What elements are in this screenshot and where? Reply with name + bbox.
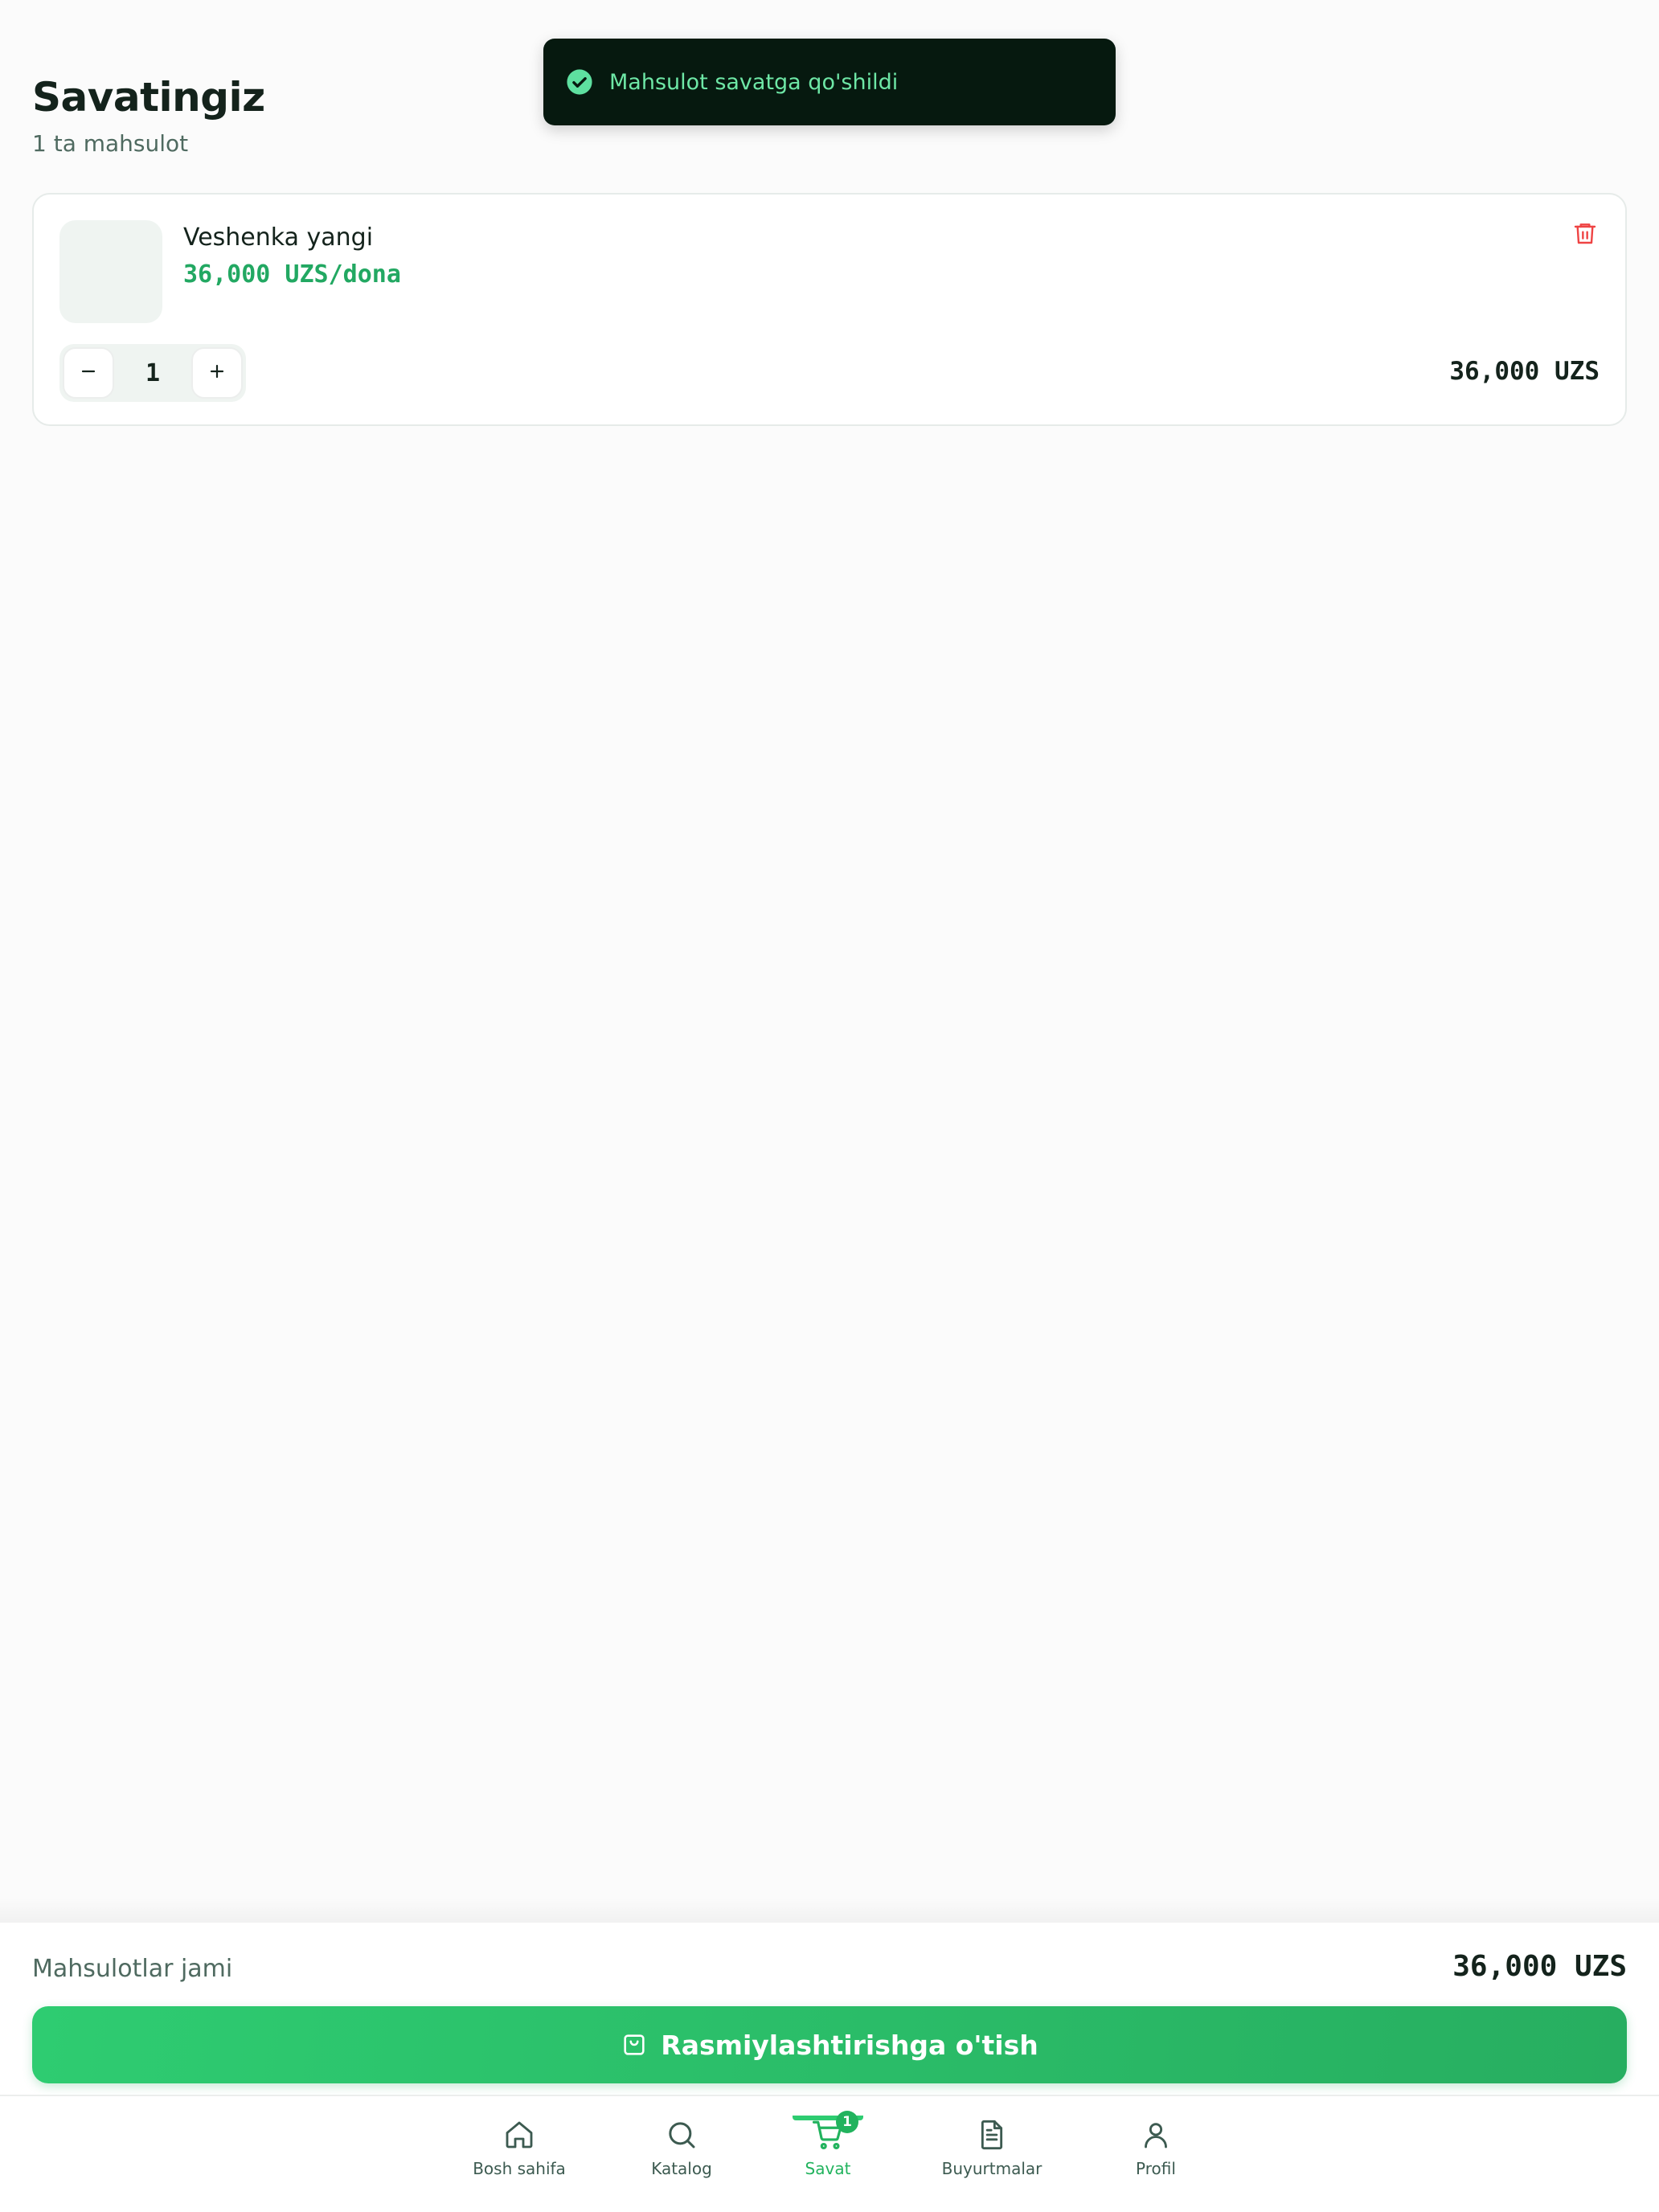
nav-label-home: Bosh sahifa: [473, 2159, 566, 2178]
item-total: 36,000 UZS: [1449, 357, 1600, 386]
checkout-summary: Mahsulotlar jami 36,000 UZS Rasmiylashti…: [0, 1923, 1659, 2095]
nav-item-orders[interactable]: Buyurtmalar: [920, 2117, 1064, 2178]
search-icon: [664, 2117, 699, 2153]
nav-label-cart: Savat: [805, 2159, 851, 2178]
quantity-value: 1: [145, 358, 161, 387]
nav-item-home[interactable]: Bosh sahifa: [447, 2117, 592, 2178]
delete-button[interactable]: [1569, 219, 1601, 251]
cart-icon: 1: [810, 2111, 858, 2153]
product-image[interactable]: [59, 220, 162, 323]
nav-item-profile[interactable]: Profil: [1083, 2117, 1228, 2178]
cart-badge: 1: [836, 2111, 858, 2133]
checkout-button[interactable]: Rasmiylashtirishga o'tish: [32, 2006, 1627, 2083]
summary-shadow: [0, 1897, 1659, 1923]
subtotal-value: 36,000 UZS: [1452, 1950, 1627, 1983]
nav-label-orders: Buyurtmalar: [941, 2159, 1043, 2178]
page-title: Savatingiz: [32, 74, 265, 121]
item-count: 1 ta mahsulot: [32, 130, 189, 157]
increase-button[interactable]: [191, 347, 243, 399]
home-icon: [502, 2117, 537, 2153]
quantity-stepper: 1: [59, 344, 246, 402]
unit-price: 36,000 UZS/dona: [183, 260, 401, 289]
check-circle-icon: [566, 68, 593, 96]
plus-icon: [207, 362, 227, 384]
checkout-label: Rasmiylashtirishga o'tish: [661, 2029, 1038, 2061]
cart-item: Veshenka yangi 36,000 UZS/dona 1 36,000 …: [32, 193, 1627, 426]
decrease-button[interactable]: [63, 347, 114, 399]
user-icon: [1138, 2117, 1174, 2153]
product-name[interactable]: Veshenka yangi: [183, 223, 373, 252]
trash-icon: [1572, 220, 1598, 249]
toast-notification: Mahsulot savatga qo'shildi: [543, 39, 1116, 125]
minus-icon: [79, 362, 98, 384]
bottom-navigation: Bosh sahifa Katalog 1 Savat Buyurtmalar: [0, 2095, 1659, 2212]
nav-label-profile: Profil: [1136, 2159, 1176, 2178]
nav-item-catalog[interactable]: Katalog: [609, 2117, 754, 2178]
document-icon: [974, 2117, 1010, 2153]
shopping-bag-icon: [621, 2031, 648, 2058]
toast-message: Mahsulot savatga qo'shildi: [609, 69, 899, 95]
nav-item-cart[interactable]: 1 Savat: [756, 2111, 900, 2178]
subtotal-label: Mahsulotlar jami: [32, 1955, 233, 1983]
nav-label-catalog: Katalog: [651, 2159, 712, 2178]
